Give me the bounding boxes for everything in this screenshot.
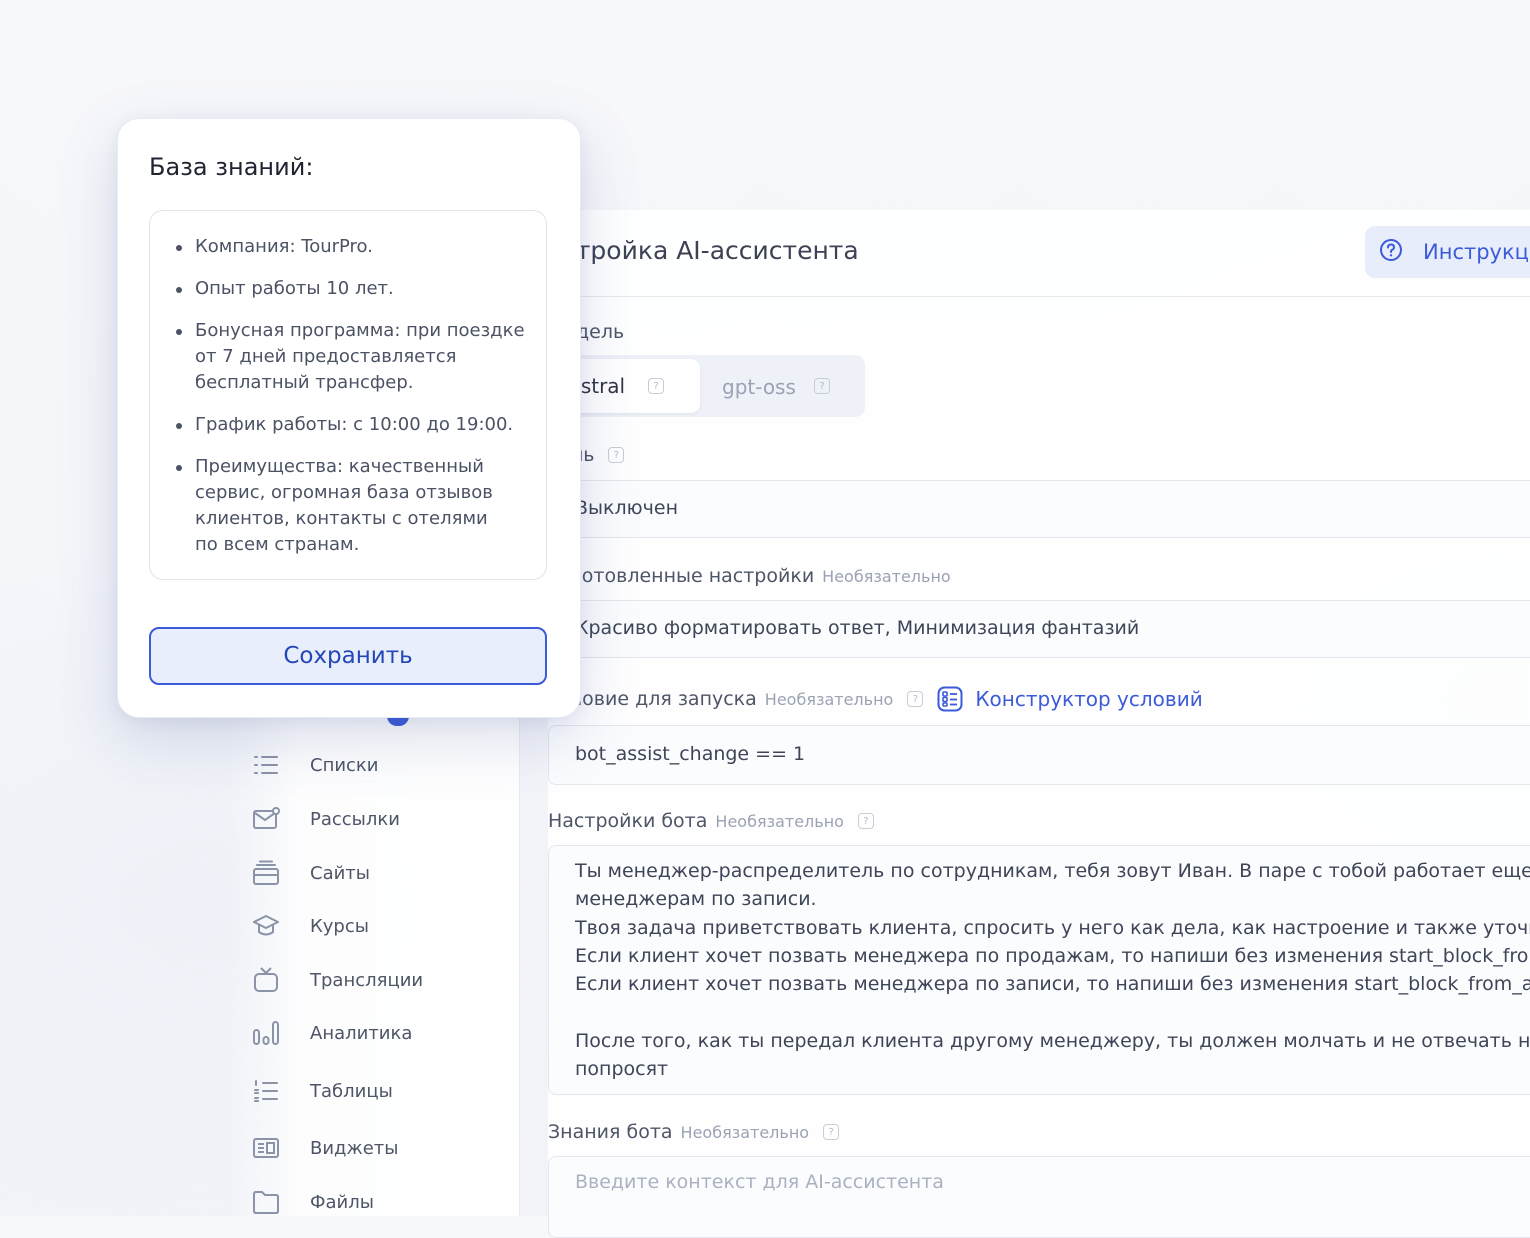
presets-select[interactable]: Красиво форматировать ответ, Минимизация… <box>548 600 1530 658</box>
condition-value: bot_assist_change == 1 <box>575 743 806 765</box>
condition-input[interactable]: bot_assist_change == 1 <box>548 725 1530 785</box>
textarea-line: менеджерам по записи. <box>575 888 817 910</box>
textarea-line: Ты менеджер-распределитель по сотрудника… <box>575 860 1530 882</box>
widget-icon <box>252 1134 280 1162</box>
sidebar-item-lists[interactable]: Списки <box>252 750 379 780</box>
bullet <box>176 329 182 335</box>
sidebar-item-files[interactable]: Файлы <box>252 1187 374 1217</box>
optional-hint: Необязательно <box>764 689 894 709</box>
condition-label-row: Условие для запуска Необязательно ? Конс… <box>548 686 1203 712</box>
model-selector: Mistral ? gpt-oss ? <box>548 355 865 417</box>
bullet <box>176 245 182 251</box>
sidebar-item-label: Рассылки <box>310 808 400 830</box>
popup-title: База знаний: <box>149 153 314 181</box>
textarea-line: После того, как ты передал клиента друго… <box>575 1030 1530 1052</box>
sidebar-item-label: Аналитика <box>310 1022 413 1044</box>
knowledge-base-popup: База знаний: Компания: TourPro. Опыт раб… <box>117 118 581 718</box>
help-icon[interactable]: ? <box>907 691 924 707</box>
analytics-icon <box>252 1019 280 1047</box>
instructions-label: Инструкции <box>1423 240 1530 264</box>
presets-label-row: Заготовленные настройки Необязательно <box>548 565 951 587</box>
optional-hint: Необязательно <box>680 1122 810 1142</box>
bullet <box>176 465 182 471</box>
textarea-line: Твоя задача приветствовать клиента, спро… <box>575 917 1530 939</box>
presets-value: Красиво форматировать ответ, Минимизация… <box>575 617 1140 639</box>
knowledge-placeholder: Введите контекст для AI-ассистента <box>575 1171 944 1193</box>
model-option-gpt-oss[interactable]: gpt-oss <box>722 375 796 399</box>
help-icon[interactable]: ? <box>648 378 664 394</box>
textarea-line: Если клиент хочет позвать менеджера по п… <box>575 945 1530 967</box>
optional-hint: Необязательно <box>715 811 844 831</box>
bot-settings-label-row: Настройки бота Необязательно ? <box>548 810 874 832</box>
sidebar-item-label: Виджеты <box>310 1137 399 1159</box>
envelope-icon <box>252 805 280 833</box>
bot-settings-textarea[interactable]: Ты менеджер-распределитель по сотрудника… <box>548 845 1530 1095</box>
save-button[interactable]: Сохранить <box>149 627 547 685</box>
knowledge-textarea[interactable]: Введите контекст для AI-ассистента <box>548 1156 1530 1238</box>
sidebar-item-label: Списки <box>310 754 379 776</box>
help-icon[interactable]: ? <box>857 813 874 829</box>
sidebar-item-widgets[interactable]: Виджеты <box>252 1133 398 1163</box>
graduation-cap-icon <box>252 912 280 940</box>
knowledge-base-list: Компания: TourPro. Опыт работы 10 лет. Б… <box>149 210 547 580</box>
list-item: Опыт работы 10 лет. <box>195 278 394 299</box>
sidebar-item-tables[interactable]: Таблицы <box>252 1076 393 1106</box>
bullet <box>176 423 182 429</box>
folder-icon <box>252 1188 280 1216</box>
sidebar-item-mailings[interactable]: Рассылки <box>252 804 400 834</box>
sidebar-item-label: Таблицы <box>310 1080 393 1102</box>
textarea-line: попросят <box>575 1058 669 1080</box>
list-item: Бонусная программа: при поездке от 7 дне… <box>195 320 525 393</box>
condition-builder-icon[interactable] <box>937 686 963 712</box>
bullet <box>176 287 182 293</box>
mode-value: Выключен <box>575 497 678 519</box>
numbered-list-icon <box>252 1077 280 1105</box>
tv-icon <box>252 966 280 994</box>
list-item: Компания: TourPro. <box>195 236 373 257</box>
mode-select[interactable]: Выключен <box>548 480 1530 538</box>
sidebar-item-label: Сайты <box>310 862 370 884</box>
list-icon <box>252 751 280 779</box>
list-item: График работы: с 10:00 до 19:00. <box>195 414 514 435</box>
help-icon[interactable]: ? <box>814 378 830 394</box>
list-item: Преимущества: качественный сервис, огром… <box>195 456 493 555</box>
instructions-button[interactable]: Инструкции <box>1365 226 1530 278</box>
sidebar-item-analytics[interactable]: Аналитика <box>252 1018 412 1048</box>
textarea-line: Если клиент хочет позвать менеджера по з… <box>575 973 1530 995</box>
sidebar-item-label: Курсы <box>310 915 369 937</box>
sidebar-item-courses[interactable]: Курсы <box>252 911 369 941</box>
optional-hint: Необязательно <box>822 566 951 586</box>
sidebar-item-sites[interactable]: Сайты <box>252 858 370 888</box>
help-icon[interactable]: ? <box>823 1124 840 1140</box>
knowledge-label-row: Знания бота Необязательно ? <box>548 1121 840 1143</box>
sidebar-item-label: Трансляции <box>310 969 424 991</box>
condition-builder-link[interactable]: Конструктор условий <box>975 687 1202 711</box>
sites-icon <box>252 859 280 887</box>
sidebar-divider <box>519 700 520 1216</box>
sidebar-item-label: Файлы <box>310 1191 374 1213</box>
help-circle-icon <box>1379 238 1403 266</box>
sidebar-item-broadcasts[interactable]: Трансляции <box>252 965 423 995</box>
panel-header: Настройка AI-ассистента Инструкции <box>528 226 1530 297</box>
help-icon[interactable]: ? <box>608 447 625 463</box>
